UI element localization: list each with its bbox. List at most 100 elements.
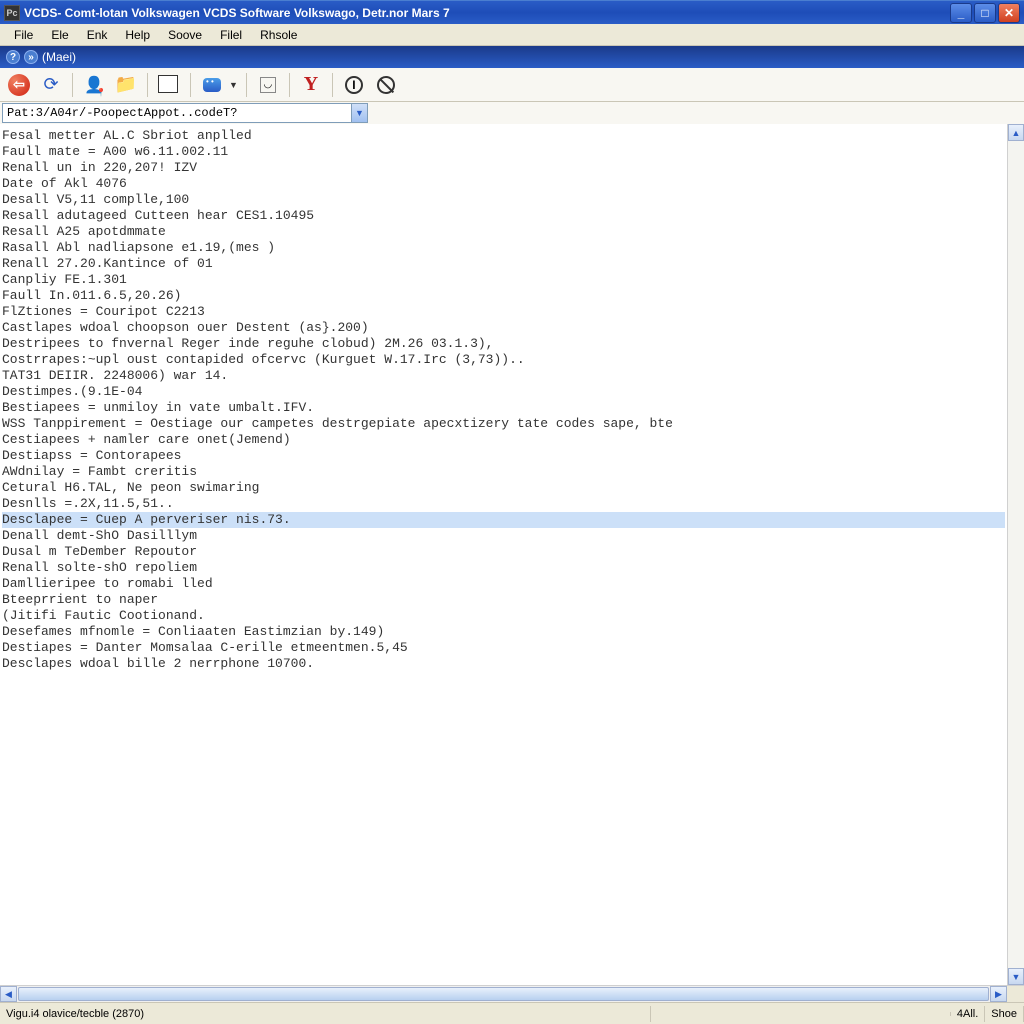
menu-file[interactable]: File [6, 26, 41, 44]
menu-ele[interactable]: Ele [43, 26, 76, 44]
log-line[interactable]: Fesal metter AL.C Sbriot anplled [2, 128, 1005, 144]
log-line[interactable]: Date of Akl 4076 [2, 176, 1005, 192]
maximize-button[interactable]: □ [974, 3, 996, 23]
user-icon: 👤📍 [84, 75, 104, 95]
copy-button[interactable] [156, 72, 182, 98]
log-line[interactable]: Renall solte-shO repoliem [2, 560, 1005, 576]
log-line[interactable]: Destimpes.(9.1E-04 [2, 384, 1005, 400]
log-line[interactable]: Damllieripee to romabi lled [2, 576, 1005, 592]
window-title: VCDS- Comt-lotan Volkswagen VCDS Softwar… [24, 6, 950, 20]
log-line[interactable]: Destripees to fnvernal Reger inde reguhe… [2, 336, 1005, 352]
toolbar-divider [289, 73, 290, 97]
titlebar: Pc VCDS- Comt-lotan Volkswagen VCDS Soft… [0, 0, 1024, 24]
log-line[interactable]: Rasall Abl nadliapsone e1.19,(mes ) [2, 240, 1005, 256]
log-line[interactable]: FlZtiones = Couripot C2213 [2, 304, 1005, 320]
scroll-left-icon[interactable]: ◀ [0, 986, 17, 1002]
toolbar-divider [332, 73, 333, 97]
log-line[interactable]: Dusal m TeDember Repoutor [2, 544, 1005, 560]
face-button[interactable] [199, 72, 225, 98]
log-line[interactable]: Desnlls =.2X,11.5,51.. [2, 496, 1005, 512]
horizontal-scrollbar[interactable]: ◀ ▶ [0, 985, 1024, 1002]
log-line[interactable]: Resall adutageed Cutteen hear CES1.10495 [2, 208, 1005, 224]
log-line[interactable]: Cestiapees + namler care onet(Jemend) [2, 432, 1005, 448]
log-line[interactable]: WSS Tanppirement = Oestiage our campetes… [2, 416, 1005, 432]
log-line[interactable]: Renall 27.20.Kantince of 01 [2, 256, 1005, 272]
y-button[interactable]: Y [298, 72, 324, 98]
log-line-highlighted[interactable]: Desclapee = Cuep A perveriser nis.73. [2, 512, 1005, 528]
scroll-down-icon[interactable]: ▼ [1008, 968, 1024, 985]
log-line[interactable]: TAT31 DEIIR. 2248006) war 14. [2, 368, 1005, 384]
log-line[interactable]: Resall A25 apotdmmate [2, 224, 1005, 240]
back-button[interactable]: ⇦ [6, 72, 32, 98]
menu-help[interactable]: Help [117, 26, 158, 44]
toolbar-divider [147, 73, 148, 97]
vertical-scrollbar[interactable]: ▲ ▼ [1007, 124, 1024, 985]
copy-icon [160, 77, 178, 93]
refresh-icon: ⟳ [43, 74, 58, 95]
menu-soove[interactable]: Soove [160, 26, 210, 44]
log-line[interactable]: Destiapss = Contorapees [2, 448, 1005, 464]
folder-icon: 📁 [115, 74, 137, 95]
scroll-up-icon[interactable]: ▲ [1008, 124, 1024, 141]
log-line[interactable]: (Jitifi Fautic Cootionand. [2, 608, 1005, 624]
power-icon: I [345, 76, 363, 94]
log-line[interactable]: Faull mate = A00 w6.11.002.11 [2, 144, 1005, 160]
gift-icon: ◡ [260, 77, 276, 93]
toolbar-divider [246, 73, 247, 97]
help-icon[interactable]: ? [6, 50, 20, 64]
status-mid [651, 1012, 951, 1016]
power-button[interactable]: I [341, 72, 367, 98]
status-main: Vigu.i4 olavice/tecble (2870) [0, 1006, 651, 1022]
statusbar: Vigu.i4 olavice/tecble (2870) 4All. Shoe [0, 1002, 1024, 1024]
log-line[interactable]: Denall demt-ShO Dasilllym [2, 528, 1005, 544]
face-icon [203, 78, 221, 92]
close-button[interactable]: ✕ [998, 3, 1020, 23]
sub-toolbar: ? » (Maei) [0, 46, 1024, 68]
window-buttons: _ □ ✕ [950, 3, 1020, 23]
scroll-thumb[interactable] [18, 987, 989, 1001]
menu-filel[interactable]: Filel [212, 26, 250, 44]
refresh-button[interactable]: ⟳ [38, 72, 64, 98]
y-icon: Y [304, 73, 318, 96]
path-input[interactable] [2, 103, 352, 123]
back-icon: ⇦ [8, 74, 30, 96]
log-output[interactable]: Fesal metter AL.C Sbriot anplledFaull ma… [0, 124, 1007, 985]
minimize-button[interactable]: _ [950, 3, 972, 23]
face-dropdown[interactable]: ▼ [229, 80, 238, 90]
address-bar: ▼ [0, 102, 1024, 124]
app-icon: Pc [4, 5, 20, 21]
toolbar-divider [190, 73, 191, 97]
log-line[interactable]: Destiapes = Danter Momsalaa C-erille etm… [2, 640, 1005, 656]
log-line[interactable]: Renall un in 220,207! IZV [2, 160, 1005, 176]
path-dropdown[interactable]: ▼ [352, 103, 368, 123]
log-line[interactable]: Castlapes wdoal choopson ouer Destent (a… [2, 320, 1005, 336]
log-line[interactable]: Desall V5,11 complle,100 [2, 192, 1005, 208]
toolbar-divider [72, 73, 73, 97]
log-line[interactable]: Bestiapees = unmiloy in vate umbalt.IFV. [2, 400, 1005, 416]
run-icon[interactable]: » [24, 50, 38, 64]
scroll-track[interactable] [1008, 141, 1024, 968]
ban-icon [377, 76, 395, 94]
log-line[interactable]: Cetural H6.TAL, Ne peon swimaring [2, 480, 1005, 496]
toolbar: ⇦ ⟳ 👤📍 📁 ▼ ◡ Y I [0, 68, 1024, 102]
menu-enk[interactable]: Enk [79, 26, 116, 44]
log-line[interactable]: Costrrapes:~upl oust contapided ofcervc … [2, 352, 1005, 368]
log-line[interactable]: AWdnilay = Fambt creritis [2, 464, 1005, 480]
gift-button[interactable]: ◡ [255, 72, 281, 98]
menu-rhsole[interactable]: Rhsole [252, 26, 305, 44]
scroll-right-icon[interactable]: ▶ [990, 986, 1007, 1002]
scroll-corner [1007, 986, 1024, 1003]
disable-button[interactable] [373, 72, 399, 98]
user-button[interactable]: 👤📍 [81, 72, 107, 98]
menubar: File Ele Enk Help Soove Filel Rhsole [0, 24, 1024, 46]
log-line[interactable]: Faull In.011.6.5,20.26) [2, 288, 1005, 304]
status-right1: 4All. [951, 1006, 985, 1022]
subbar-label: (Maei) [42, 50, 76, 64]
log-line[interactable]: Desclapes wdoal bille 2 nerrphone 10700. [2, 656, 1005, 672]
status-right2: Shoe [985, 1006, 1024, 1022]
log-line[interactable]: Desefames mfnomle = Conliaaten Eastimzia… [2, 624, 1005, 640]
folder-button[interactable]: 📁 [113, 72, 139, 98]
content-area: Fesal metter AL.C Sbriot anplledFaull ma… [0, 124, 1024, 985]
log-line[interactable]: Canpliy FE.1.301 [2, 272, 1005, 288]
log-line[interactable]: Bteeprrient to naper [2, 592, 1005, 608]
